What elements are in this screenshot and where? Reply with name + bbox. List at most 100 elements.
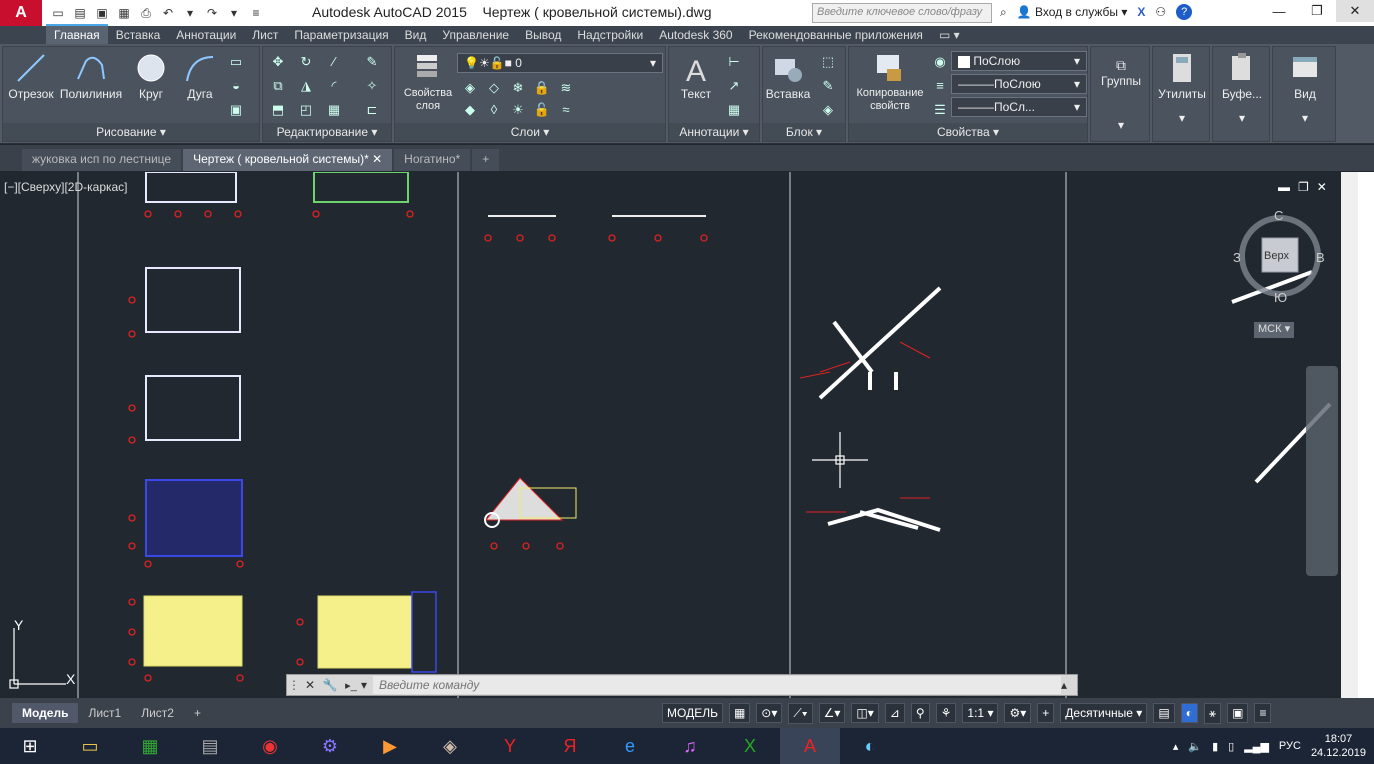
panel-block-title[interactable]: Блок ▾ (763, 123, 845, 141)
layer-unisolate-icon[interactable]: ◊ (485, 101, 503, 119)
tab-sheet1[interactable]: Лист1 (78, 703, 131, 723)
volume-icon[interactable]: 🔈 (1188, 740, 1202, 753)
media-player-icon[interactable]: ▶ (360, 728, 420, 764)
layer-properties-button[interactable]: Свойства слоя (399, 51, 457, 113)
layer-freeze-icon[interactable]: ❄ (509, 79, 527, 97)
layer-off-icon[interactable]: ◈ (461, 79, 479, 97)
exchange-apps-icon[interactable]: X (1137, 5, 1145, 19)
rotate-icon[interactable]: ↻ (297, 53, 315, 71)
layer-walk-icon[interactable]: ≈ (557, 101, 575, 119)
circle-button[interactable]: Круг (127, 51, 175, 101)
vp-restore-icon[interactable]: ❐ (1298, 180, 1309, 194)
tab-sheet2[interactable]: Лист2 (131, 703, 184, 723)
hardware-accel-icon[interactable]: ⚹ (1203, 702, 1222, 724)
units-dropdown[interactable]: Десятичные ▾ (1060, 703, 1148, 723)
new-file-icon[interactable]: ▭ (48, 3, 68, 23)
view-button[interactable]: Вид ▾ (1275, 51, 1335, 125)
trim-icon[interactable]: ⁄ (325, 53, 343, 71)
move-icon[interactable]: ✥ (269, 53, 287, 71)
offset-icon[interactable]: ⊏ (363, 101, 381, 119)
calculator-icon[interactable]: ▤ (180, 728, 240, 764)
region-icon[interactable]: ▣ (227, 101, 245, 119)
arc-button[interactable]: Дуга (179, 51, 221, 101)
match-properties-button[interactable]: Копирование свойств (851, 51, 929, 113)
tab-insert[interactable]: Вставка (108, 26, 169, 44)
doc-tab-2[interactable]: Чертеж ( кровельной системы)* ✕ (183, 149, 393, 171)
vp-minimize-icon[interactable]: ▬ (1278, 180, 1290, 194)
ribbon-options-icon[interactable]: ▭ ▾ (931, 26, 968, 44)
stay-connected-icon[interactable]: ⚇ (1155, 5, 1166, 19)
object-snap-icon[interactable]: ◫▾ (851, 703, 879, 723)
signal-icon[interactable]: ▂▄▆ (1244, 740, 1269, 753)
viewport-controls[interactable]: [−][Сверху][2D-каркас] (4, 180, 128, 194)
insert-block-button[interactable]: Вставка (765, 51, 811, 101)
grip-icon[interactable]: ⋮ (287, 678, 301, 692)
erase-icon[interactable]: ✎ (363, 53, 381, 71)
command-input[interactable] (373, 676, 1061, 694)
autocad-taskbar-icon[interactable]: A (780, 728, 840, 764)
close-cmd-icon[interactable]: ✕ (301, 678, 319, 692)
customize-icon[interactable]: ≡ (1254, 703, 1272, 723)
layer-dropdown[interactable]: 💡☀🔓■ 0 ▾ (457, 53, 663, 73)
leader-icon[interactable]: ↗ (725, 77, 743, 95)
quick-props-icon[interactable]: ▤ (1153, 703, 1175, 723)
network-icon[interactable]: ▮ (1212, 740, 1218, 753)
itunes-icon[interactable]: ♫ (660, 728, 720, 764)
ucs-dropdown[interactable]: МСК ▾ (1254, 322, 1294, 338)
hatch-icon[interactable]: ◒ (227, 77, 245, 95)
qat-customize-icon[interactable]: ≡ (246, 3, 266, 23)
model-space-button[interactable]: МОДЕЛЬ (662, 703, 723, 723)
panel-annotations-title[interactable]: Аннотации ▾ (669, 123, 759, 141)
color-wheel-icon[interactable]: ◉ (931, 53, 949, 71)
restore-icon[interactable]: ❐ (1298, 0, 1336, 22)
table-icon[interactable]: ▦ (725, 101, 743, 119)
file-explorer-icon[interactable]: ▭ (60, 728, 120, 764)
tab-model[interactable]: Модель (12, 703, 79, 723)
text-button[interactable]: A Текст (673, 51, 719, 101)
panel-properties-title[interactable]: Свойства ▾ (849, 123, 1087, 141)
tray-expand-icon[interactable]: ▴ (1173, 740, 1179, 753)
fillet-icon[interactable]: ◜ (325, 77, 343, 95)
cmd-history-chevron-icon[interactable]: ▾ (361, 678, 373, 692)
chrome-icon[interactable]: ◉ (240, 728, 300, 764)
add-layout-icon[interactable]: + (184, 703, 211, 723)
tab-output[interactable]: Вывод (517, 26, 569, 44)
battery-icon[interactable]: ▯ (1228, 740, 1234, 753)
viewcube-west[interactable]: З (1233, 250, 1241, 265)
store-icon[interactable]: ▦ (120, 728, 180, 764)
save-as-icon[interactable]: ▦ (114, 3, 134, 23)
tab-home[interactable]: Главная (46, 24, 108, 44)
gear-app-icon[interactable]: ⚙ (300, 728, 360, 764)
panel-modify-title[interactable]: Редактирование ▾ (263, 123, 391, 141)
viewcube-east[interactable]: В (1316, 250, 1325, 265)
snap-icon[interactable]: ⊙▾ (756, 703, 783, 723)
linetype-dropdown[interactable]: ———ПоСлою ▾ (951, 74, 1087, 94)
lineweight-icon[interactable]: ☰ (931, 101, 949, 119)
utilities-button[interactable]: Утилиты ▾ (1155, 51, 1209, 125)
settings-gear-icon[interactable]: ⚙▾ (1004, 703, 1032, 723)
yandex-icon[interactable]: Y (480, 728, 540, 764)
redo-icon[interactable]: ↷ (202, 3, 222, 23)
clean-screen-icon[interactable]: ▣ (1227, 703, 1249, 723)
keyword-search-input[interactable]: Введите ключевое слово/фразу (812, 3, 992, 23)
dimension-icon[interactable]: ⊢ (725, 53, 743, 71)
layer-lock-icon[interactable]: 🔒 (533, 79, 551, 97)
cmd-prompt-icon[interactable]: ▸_ (341, 679, 361, 692)
tab-view[interactable]: Вид (397, 26, 435, 44)
redo-dropdown-icon[interactable]: ▾ (224, 3, 244, 23)
undo-dropdown-icon[interactable]: ▾ (180, 3, 200, 23)
signin-button[interactable]: 👤 Вход в службы ▾ (1017, 5, 1128, 19)
block-attributes-icon[interactable]: ◈ (819, 101, 837, 119)
tab-addins[interactable]: Надстройки (569, 26, 651, 44)
yandex-browser-icon[interactable]: Я (540, 728, 600, 764)
tab-featured-apps[interactable]: Рекомендованные приложения (741, 26, 931, 44)
isolate-icon[interactable]: ◐ (1180, 703, 1198, 723)
binoculars-icon[interactable]: ⌕ (1000, 5, 1007, 20)
mirror-icon[interactable]: ◮ (297, 77, 315, 95)
doc-tab-3[interactable]: Ногатино* (394, 149, 471, 171)
panel-layers-title[interactable]: Слои ▾ (395, 123, 665, 141)
tab-manage[interactable]: Управление (434, 26, 517, 44)
help-icon[interactable]: ? (1176, 4, 1193, 20)
autocad-logo-button[interactable]: A (0, 0, 42, 26)
layer-thaw-icon[interactable]: ☀ (509, 101, 527, 119)
